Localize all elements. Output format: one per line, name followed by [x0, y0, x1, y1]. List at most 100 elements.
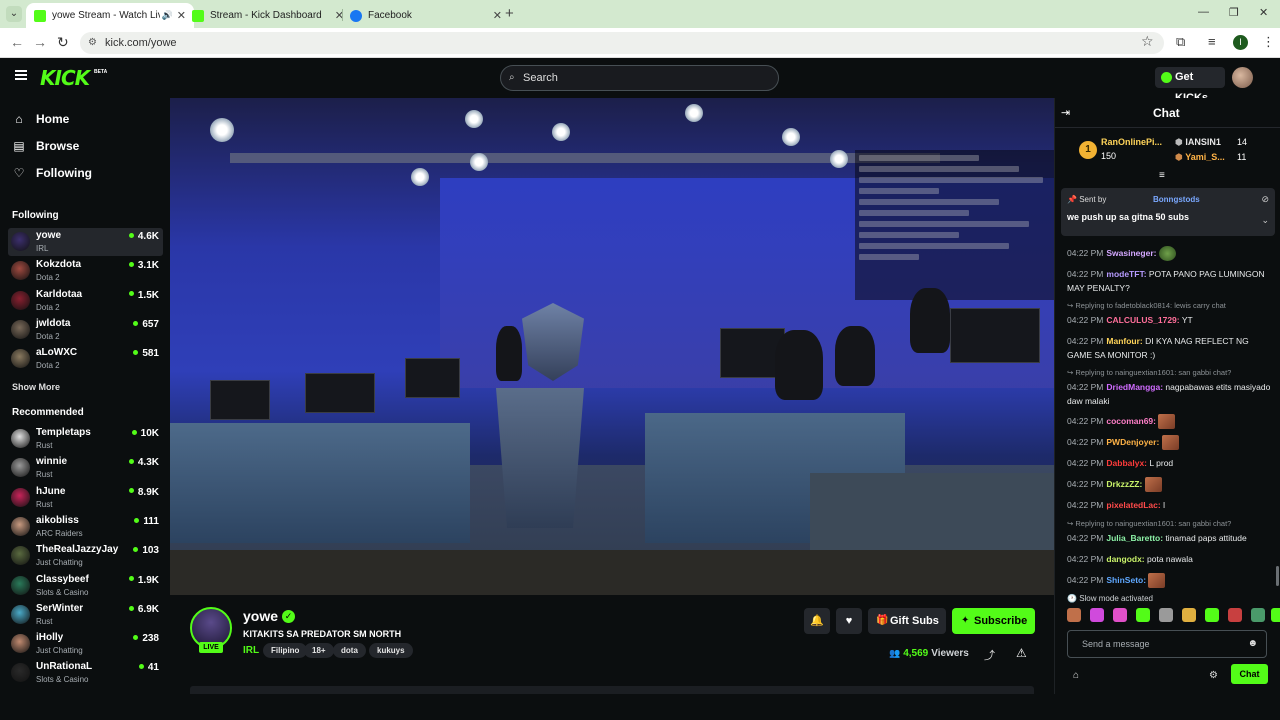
new-tab-icon[interactable]: + [505, 5, 514, 22]
chat-message[interactable]: 04:22 PM Dabbalyx: L prod [1067, 456, 1272, 470]
chat-message[interactable]: 04:22 PM Swasineger: [1067, 246, 1272, 262]
menu-icon[interactable]: ⋮ [1262, 34, 1275, 50]
sidebar-channel-unrational[interactable]: UnRationaL Slots & Casino 41 [8, 659, 163, 687]
sidebar-channel-templetaps[interactable]: Templetaps Rust 10K [8, 425, 163, 453]
chevron-down-icon[interactable]: ⌄ [1261, 215, 1269, 226]
message-username[interactable]: DrkzzZZ: [1106, 479, 1142, 489]
video-player[interactable] [170, 98, 1054, 595]
stream-category[interactable]: IRL [243, 645, 259, 656]
sidebar-channel-alowxc[interactable]: aLoWXC Dota 2 581 [8, 345, 163, 373]
message-username[interactable]: cocoman69: [1106, 416, 1156, 426]
subscribe-button[interactable]: ✦ Subscribe [952, 608, 1035, 634]
leaderboard-name[interactable]: RanOnlinePi... [1101, 137, 1162, 147]
chat-message[interactable]: 04:22 PM DriedMangga: nagpabawas etits ma… [1067, 380, 1272, 408]
emoji-picker-icon[interactable]: ☻ [1247, 631, 1258, 657]
media-controls-icon[interactable]: ≡ [1208, 34, 1216, 49]
emote-icon[interactable] [1228, 608, 1242, 622]
bookmark-star-icon[interactable]: ☆ [1141, 33, 1154, 50]
send-chat-button[interactable]: Chat [1231, 664, 1268, 684]
sidebar-channel-winnie[interactable]: winnie Rust 4.3K [8, 454, 163, 482]
pinned-message[interactable]: 📌 Sent by Bonngstods we push up sa gitna… [1061, 188, 1275, 236]
stream-tag[interactable]: Filipino [263, 643, 308, 658]
leaderboard-name[interactable]: ⬢ IANSIN1 [1175, 137, 1221, 148]
chat-message[interactable]: 04:22 PM DrkzzZZ: [1067, 477, 1272, 493]
tab-search-button[interactable]: ⌄ [6, 6, 22, 22]
forward-icon[interactable]: → [33, 34, 47, 50]
browser-tab[interactable]: Facebook ✕ [342, 3, 510, 28]
profile-avatar[interactable]: I [1233, 35, 1248, 50]
emote-icon[interactable] [1136, 608, 1150, 622]
nav-following[interactable]: ♡ Following [12, 163, 92, 183]
chat-message[interactable]: 04:22 PM Manfour: DI KYA NAG REFLECT NG G… [1067, 334, 1272, 362]
emote-icon[interactable] [1090, 608, 1104, 622]
follow-heart-button[interactable]: ♥ [836, 608, 862, 634]
reply-context[interactable]: ↪ Replying to fadetoblack0814: lewis car… [1067, 301, 1226, 310]
chat-message[interactable]: 04:22 PM dangodx: pota nawala [1067, 552, 1272, 566]
sidebar-channel-iholly[interactable]: iHolly Just Chatting 238 [8, 630, 163, 658]
emote-icon[interactable] [1159, 608, 1173, 622]
address-bar[interactable]: ⚙ kick.com/yowe [80, 32, 1164, 54]
close-window-icon[interactable]: ✕ [1259, 6, 1268, 19]
channel-name[interactable]: yowe [243, 608, 278, 624]
chat-message-input[interactable]: Send a message ☻ [1067, 630, 1267, 658]
reply-context[interactable]: ↪ Replying to nainguextian1601: san gabb… [1067, 519, 1231, 528]
sidebar-channel-classybeef[interactable]: Classybeef Slots & Casino 1.9K [8, 572, 163, 600]
stream-tag[interactable]: 18+ [304, 643, 334, 658]
page-scrollbar[interactable] [1276, 566, 1279, 586]
show-more-link[interactable]: Show More [12, 382, 60, 392]
minimize-icon[interactable]: — [1198, 6, 1209, 18]
chat-message[interactable]: 04:22 PM CALCULUS_1729: YT [1067, 313, 1272, 327]
sidebar-channel-therealjazzyjay[interactable]: TheRealJazzyJay Just Chatting 103 [8, 542, 163, 570]
reload-icon[interactable]: ↻ [57, 34, 69, 51]
search-input[interactable]: ⌕ Search [500, 65, 779, 91]
message-username[interactable]: ShinSeto: [1106, 575, 1146, 585]
message-username[interactable]: Dabbalyx: [1106, 458, 1147, 468]
collapse-chat-icon[interactable]: ⇥ [1061, 106, 1070, 119]
stream-tag[interactable]: dota [333, 643, 366, 658]
emote-icon[interactable] [1067, 608, 1081, 622]
sidebar-channel-serwinter[interactable]: SerWinter Rust 6.9K [8, 601, 163, 629]
hamburger-menu-icon[interactable] [15, 70, 27, 80]
browser-tab[interactable]: Stream - Kick Dashboard ✕ [184, 3, 352, 28]
sidebar-channel-hjune[interactable]: hJune Rust 8.9K [8, 484, 163, 512]
sidebar-channel-aikobliss[interactable]: aikobliss ARC Raiders 111 [8, 513, 163, 541]
emote-icon[interactable] [1271, 608, 1280, 622]
get-kicks-button[interactable]: Get KICKs [1155, 67, 1225, 104]
report-warning-icon[interactable]: ⚠ [1016, 646, 1027, 660]
user-avatar[interactable] [1232, 67, 1253, 88]
message-username[interactable]: Julia_Baretto: [1106, 533, 1163, 543]
sidebar-channel-kokzdota[interactable]: Kokzdota Dota 2 3.1K [8, 257, 163, 285]
message-username[interactable]: CALCULUS_1729: [1106, 315, 1179, 325]
message-username[interactable]: Swasineger: [1106, 248, 1156, 258]
sidebar-channel-karldotaa[interactable]: Karldotaa Dota 2 1.5K [8, 287, 163, 315]
chat-message-list[interactable]: 04:22 PM Swasineger: 04:22 PM modeTFT: POT… [1055, 244, 1280, 594]
message-username[interactable]: modeTFT: [1106, 269, 1146, 279]
chat-message[interactable]: 04:22 PM PWDenjoyer: [1067, 435, 1272, 451]
emote-icon[interactable] [1113, 608, 1127, 622]
chat-message[interactable]: 04:22 PM modeTFT: POTA PANO PAG LUMINGON … [1067, 267, 1272, 295]
filter-icon[interactable]: ≡ [1159, 170, 1165, 181]
stream-tag[interactable]: kukuys [369, 643, 413, 658]
emote-icon[interactable] [1205, 608, 1219, 622]
message-username[interactable]: Manfour: [1106, 336, 1142, 346]
browser-tab-active[interactable]: yowe Stream - Watch Live o 🔊 ✕ [26, 3, 194, 28]
unpin-icon[interactable]: ⊘ [1261, 194, 1269, 205]
reply-context[interactable]: ↪ Replying to nainguextian1601: san gabb… [1067, 368, 1231, 377]
nav-browse[interactable]: ▤ Browse [12, 136, 79, 156]
audio-icon[interactable]: 🔊 [162, 10, 173, 21]
emote-icon[interactable] [1182, 608, 1196, 622]
share-icon[interactable]: ⤴ [984, 647, 995, 663]
leaderboard-name[interactable]: ⬢ Yami_S... [1175, 152, 1225, 163]
maximize-icon[interactable]: ❐ [1229, 6, 1239, 19]
kick-logo[interactable]: KICK [40, 66, 90, 90]
close-tab-icon[interactable]: ✕ [493, 9, 502, 22]
chat-message[interactable]: 04:22 PM Julia_Baretto: tinamad paps atti… [1067, 531, 1272, 545]
nav-home[interactable]: ⌂ Home [12, 109, 69, 129]
chat-settings-gear-icon[interactable]: ⚙ [1209, 670, 1218, 681]
message-username[interactable]: PWDenjoyer: [1106, 437, 1159, 447]
message-username[interactable]: pixelatedLac: [1106, 500, 1160, 510]
chat-message[interactable]: 04:22 PM ShinSeto: [1067, 573, 1272, 589]
message-username[interactable]: DriedMangga: [1106, 382, 1163, 392]
gift-subs-button[interactable]: 🎁 Gift Subs [868, 608, 946, 634]
pinned-sender[interactable]: Bonngstods [1153, 195, 1200, 204]
